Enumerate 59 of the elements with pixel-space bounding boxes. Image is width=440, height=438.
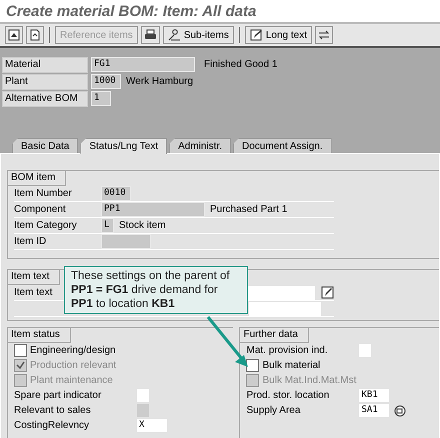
input-field[interactable]: 0010 (101, 186, 131, 201)
swap-icon[interactable] (314, 26, 333, 44)
field-label: Item text (14, 286, 54, 300)
checkbox[interactable] (14, 344, 27, 357)
page-icon[interactable] (5, 26, 23, 44)
printer-icon[interactable] (140, 26, 160, 44)
field-label: Prod. stor. location (246, 390, 330, 401)
toolbar-button[interactable]: Long text (244, 26, 312, 44)
field-description: Stock item (118, 220, 166, 231)
document-icon[interactable] (26, 26, 44, 44)
group-title: Item status (8, 328, 71, 343)
checkbox-label: Bulk Mat.Ind.Mat.Mst (262, 375, 356, 386)
input-field[interactable]: X (137, 419, 167, 432)
tab[interactable]: Basic Data (12, 138, 78, 153)
input-field[interactable]: FG1 (91, 57, 195, 72)
search-help-icon[interactable] (394, 404, 406, 416)
tab[interactable]: Document Assign. (233, 138, 332, 153)
checkbox-label: Plant maintenance (30, 375, 113, 386)
field-description: Werk Hamburg (125, 76, 194, 87)
input-field[interactable]: 1000 (91, 74, 121, 89)
checkbox[interactable] (246, 359, 260, 372)
input-field[interactable]: PP1 (101, 202, 205, 217)
field-label: Supply Area (246, 405, 302, 416)
person-icon (168, 29, 181, 41)
input-field[interactable] (359, 344, 372, 357)
tab[interactable]: Status/Lng Text (80, 138, 168, 154)
input-field[interactable] (101, 234, 151, 249)
group-title: Item text (8, 270, 60, 285)
checkbox-label: Engineering/design (30, 345, 116, 356)
field-label: Spare part indicator (14, 390, 102, 401)
edit-icon[interactable] (321, 286, 334, 299)
field-description: Finished Good 1 (203, 59, 278, 70)
toolbar-button[interactable]: Sub-items (162, 26, 234, 44)
field-label: Item Number (14, 187, 73, 201)
field-description: Purchased Part 1 (209, 204, 288, 215)
pencil-icon (250, 29, 263, 41)
tab[interactable]: Administr. (169, 138, 232, 153)
callout-note: These settings on the parent of PP1 = FG1 drive demand for PP1 to location KB1 (64, 266, 248, 314)
input-field[interactable]: 1 (91, 91, 111, 106)
input-field[interactable] (249, 302, 321, 316)
input-field[interactable] (137, 389, 149, 402)
field-label: Item ID (14, 235, 48, 249)
group-title: BOM item (8, 171, 66, 186)
input-field[interactable] (246, 286, 315, 300)
field-label: Relevant to sales (14, 405, 92, 416)
input-field[interactable]: SA1 (359, 404, 390, 417)
field-label: Item Category (14, 219, 78, 233)
field-label: Plant (2, 74, 88, 90)
checkbox-label: Production relevant (30, 360, 116, 371)
input-field[interactable]: KB1 (359, 389, 390, 402)
field-label: Mat. provision ind. (246, 345, 329, 356)
group-title: Further data (240, 328, 309, 343)
field-label: Component (14, 203, 67, 217)
field-label: CostingRelevncy (14, 420, 90, 431)
checkbox-label: Bulk material (262, 360, 320, 371)
field-label: Material (2, 56, 88, 72)
field-label: Alternative BOM (2, 90, 88, 106)
input-field[interactable]: L (101, 218, 114, 233)
window-title: Create material BOM: Item: All data (6, 2, 256, 20)
